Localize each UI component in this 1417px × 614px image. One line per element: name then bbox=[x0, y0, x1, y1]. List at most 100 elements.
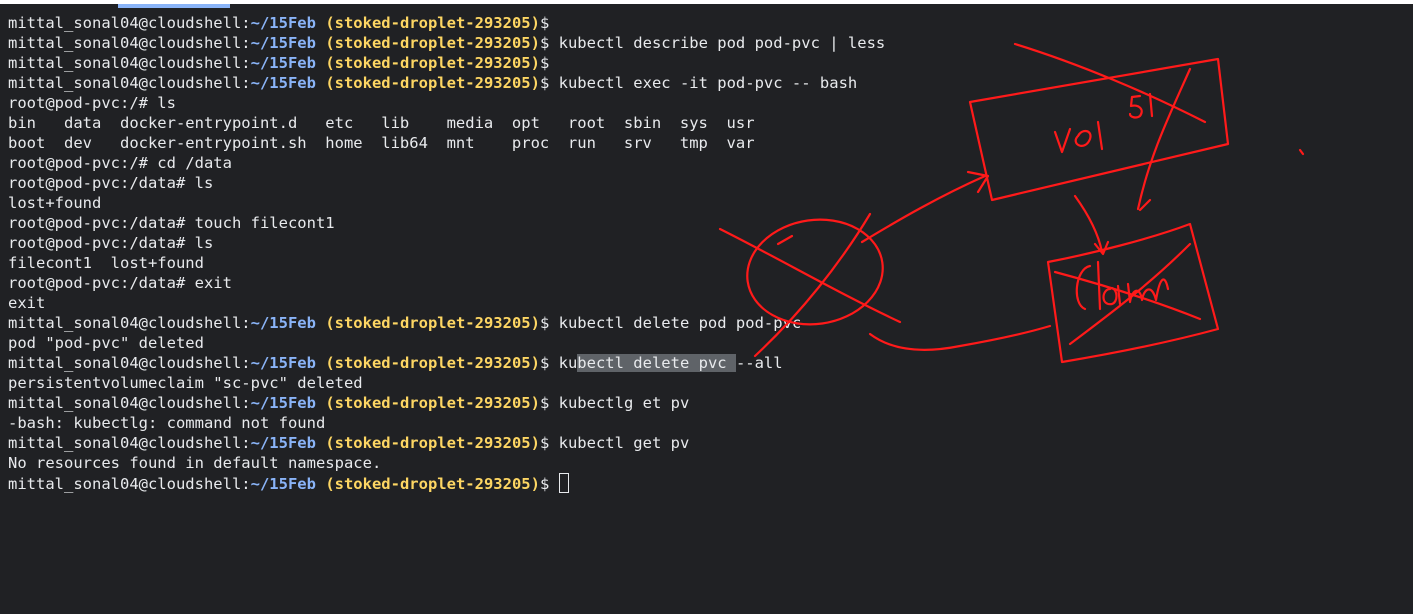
prompt-user: mittal_sonal04@cloudshell: bbox=[8, 14, 251, 32]
active-tab-indicator bbox=[118, 4, 230, 8]
prompt-project: (stoked-droplet-293205) bbox=[325, 434, 540, 452]
output-text: root@pod-pvc:/data# touch filecont1 bbox=[8, 214, 335, 232]
terminal-line: root@pod-pvc:/data# ls bbox=[8, 173, 885, 193]
command-text: --all bbox=[735, 354, 783, 372]
output-text: No resources found in default namespace. bbox=[8, 454, 382, 472]
prompt-user: mittal_sonal04@cloudshell: bbox=[8, 34, 251, 52]
command-text: kubectl exec -it pod-pvc -- bash bbox=[558, 74, 858, 92]
prompt-symbol: $ bbox=[539, 434, 559, 452]
prompt-user: mittal_sonal04@cloudshell: bbox=[8, 314, 251, 332]
output-text: filecont1 lost+found bbox=[8, 254, 204, 272]
prompt-symbol: $ bbox=[539, 74, 559, 92]
terminal-line: mittal_sonal04@cloudshell:~/15Feb (stoke… bbox=[8, 73, 885, 93]
output-text: root@pod-pvc:/data# ls bbox=[8, 234, 214, 252]
prompt-user: mittal_sonal04@cloudshell: bbox=[8, 475, 251, 493]
terminal-line: pod "pod-pvc" deleted bbox=[8, 333, 885, 353]
prompt-path: ~/15Feb bbox=[250, 475, 316, 493]
terminal-line: No resources found in default namespace. bbox=[8, 453, 885, 473]
terminal-line: mittal_sonal04@cloudshell:~/15Feb (stoke… bbox=[8, 313, 885, 333]
terminal-line: root@pod-pvc:/# ls bbox=[8, 93, 885, 113]
prompt-path: ~/15Feb bbox=[250, 314, 316, 332]
output-text: root@pod-pvc:/data# exit bbox=[8, 274, 232, 292]
prompt-path: ~/15Feb bbox=[250, 74, 316, 92]
prompt-project: (stoked-droplet-293205) bbox=[325, 394, 540, 412]
terminal-line: mittal_sonal04@cloudshell:~/15Feb (stoke… bbox=[8, 473, 885, 493]
output-text: boot dev docker-entrypoint.sh home lib64… bbox=[8, 134, 755, 152]
output-text: lost+found bbox=[8, 194, 102, 212]
output-text: bin data docker-entrypoint.d etc lib med… bbox=[8, 114, 755, 132]
command-text: kubectl describe pod pod-pvc | less bbox=[558, 34, 886, 52]
annotation-volume-cross bbox=[1013, 42, 1207, 211]
terminal-line: mittal_sonal04@cloudshell:~/15Feb (stoke… bbox=[8, 33, 885, 53]
annotation-51-text bbox=[1128, 92, 1154, 119]
prompt-project: (stoked-droplet-293205) bbox=[325, 54, 540, 72]
annotation-claim-box bbox=[1046, 222, 1220, 364]
command-text: kubectl get pv bbox=[558, 434, 690, 452]
prompt-symbol: $ bbox=[539, 34, 559, 52]
terminal-line: mittal_sonal04@cloudshell:~/15Feb (stoke… bbox=[8, 13, 885, 33]
output-text: -bash: kubectlg: command not found bbox=[8, 414, 326, 432]
annotation-line-pod-to-claim bbox=[868, 324, 1052, 351]
prompt-symbol: $ bbox=[539, 14, 559, 32]
command-text: kubectlg et pv bbox=[558, 394, 690, 412]
prompt-path: ~/15Feb bbox=[250, 14, 316, 32]
prompt-symbol: $ bbox=[539, 354, 559, 372]
terminal-line: mittal_sonal04@cloudshell:~/15Feb (stoke… bbox=[8, 433, 885, 453]
prompt-project: (stoked-droplet-293205) bbox=[325, 475, 540, 493]
terminal-line: filecont1 lost+found bbox=[8, 253, 885, 273]
terminal-line: root@pod-pvc:/data# exit bbox=[8, 273, 885, 293]
command-text: ku bbox=[558, 354, 578, 372]
prompt-user: mittal_sonal04@cloudshell: bbox=[8, 394, 251, 412]
prompt-user: mittal_sonal04@cloudshell: bbox=[8, 434, 251, 452]
terminal-line: mittal_sonal04@cloudshell:~/15Feb (stoke… bbox=[8, 393, 885, 413]
annotation-claim-text bbox=[1075, 260, 1170, 311]
output-text: pod "pod-pvc" deleted bbox=[8, 334, 204, 352]
cloudshell-terminal[interactable]: mittal_sonal04@cloudshell:~/15Feb (stoke… bbox=[0, 0, 1417, 614]
prompt-project: (stoked-droplet-293205) bbox=[325, 354, 540, 372]
prompt-project: (stoked-droplet-293205) bbox=[325, 314, 540, 332]
output-text: root@pod-pvc:/data# ls bbox=[8, 174, 214, 192]
terminal-line: -bash: kubectlg: command not found bbox=[8, 413, 885, 433]
terminal-line: exit bbox=[8, 293, 885, 313]
prompt-path: ~/15Feb bbox=[250, 54, 316, 72]
terminal-line: root@pod-pvc:/data# ls bbox=[8, 233, 885, 253]
annotation-volume-box bbox=[968, 57, 1230, 202]
output-text: root@pod-pvc:/# cd /data bbox=[8, 154, 232, 172]
prompt-user: mittal_sonal04@cloudshell: bbox=[8, 74, 251, 92]
prompt-project: (stoked-droplet-293205) bbox=[325, 34, 540, 52]
terminal-line: lost+found bbox=[8, 193, 885, 213]
prompt-path: ~/15Feb bbox=[250, 354, 316, 372]
annotation-arrow-vol-to-claim bbox=[1073, 194, 1110, 256]
terminal-line: root@pod-pvc:/data# touch filecont1 bbox=[8, 213, 885, 233]
prompt-symbol: $ bbox=[539, 54, 559, 72]
prompt-user: mittal_sonal04@cloudshell: bbox=[8, 54, 251, 72]
annotation-claim-cross bbox=[1053, 242, 1202, 346]
prompt-project: (stoked-droplet-293205) bbox=[325, 14, 540, 32]
output-text: exit bbox=[8, 294, 46, 312]
terminal-line: persistentvolumeclaim "sc-pvc" deleted bbox=[8, 373, 885, 393]
terminal-line: mittal_sonal04@cloudshell:~/15Feb (stoke… bbox=[8, 53, 885, 73]
prompt-symbol: $ bbox=[539, 314, 559, 332]
prompt-path: ~/15Feb bbox=[250, 394, 316, 412]
annotation-vol-text bbox=[1053, 120, 1104, 154]
window-edge bbox=[1413, 4, 1417, 614]
terminal-output[interactable]: mittal_sonal04@cloudshell:~/15Feb (stoke… bbox=[8, 13, 885, 493]
terminal-line: mittal_sonal04@cloudshell:~/15Feb (stoke… bbox=[8, 353, 885, 373]
command-text: kubectl delete pod pod-pvc bbox=[558, 314, 802, 332]
output-text: persistentvolumeclaim "sc-pvc" deleted bbox=[8, 374, 363, 392]
selected-text: bectl delete pvc bbox=[577, 354, 736, 372]
terminal-line: root@pod-pvc:/# cd /data bbox=[8, 153, 885, 173]
terminal-line: boot dev docker-entrypoint.sh home lib64… bbox=[8, 133, 885, 153]
terminal-line: bin data docker-entrypoint.d etc lib med… bbox=[8, 113, 885, 133]
prompt-symbol: $ bbox=[539, 475, 559, 493]
prompt-symbol: $ bbox=[539, 394, 559, 412]
